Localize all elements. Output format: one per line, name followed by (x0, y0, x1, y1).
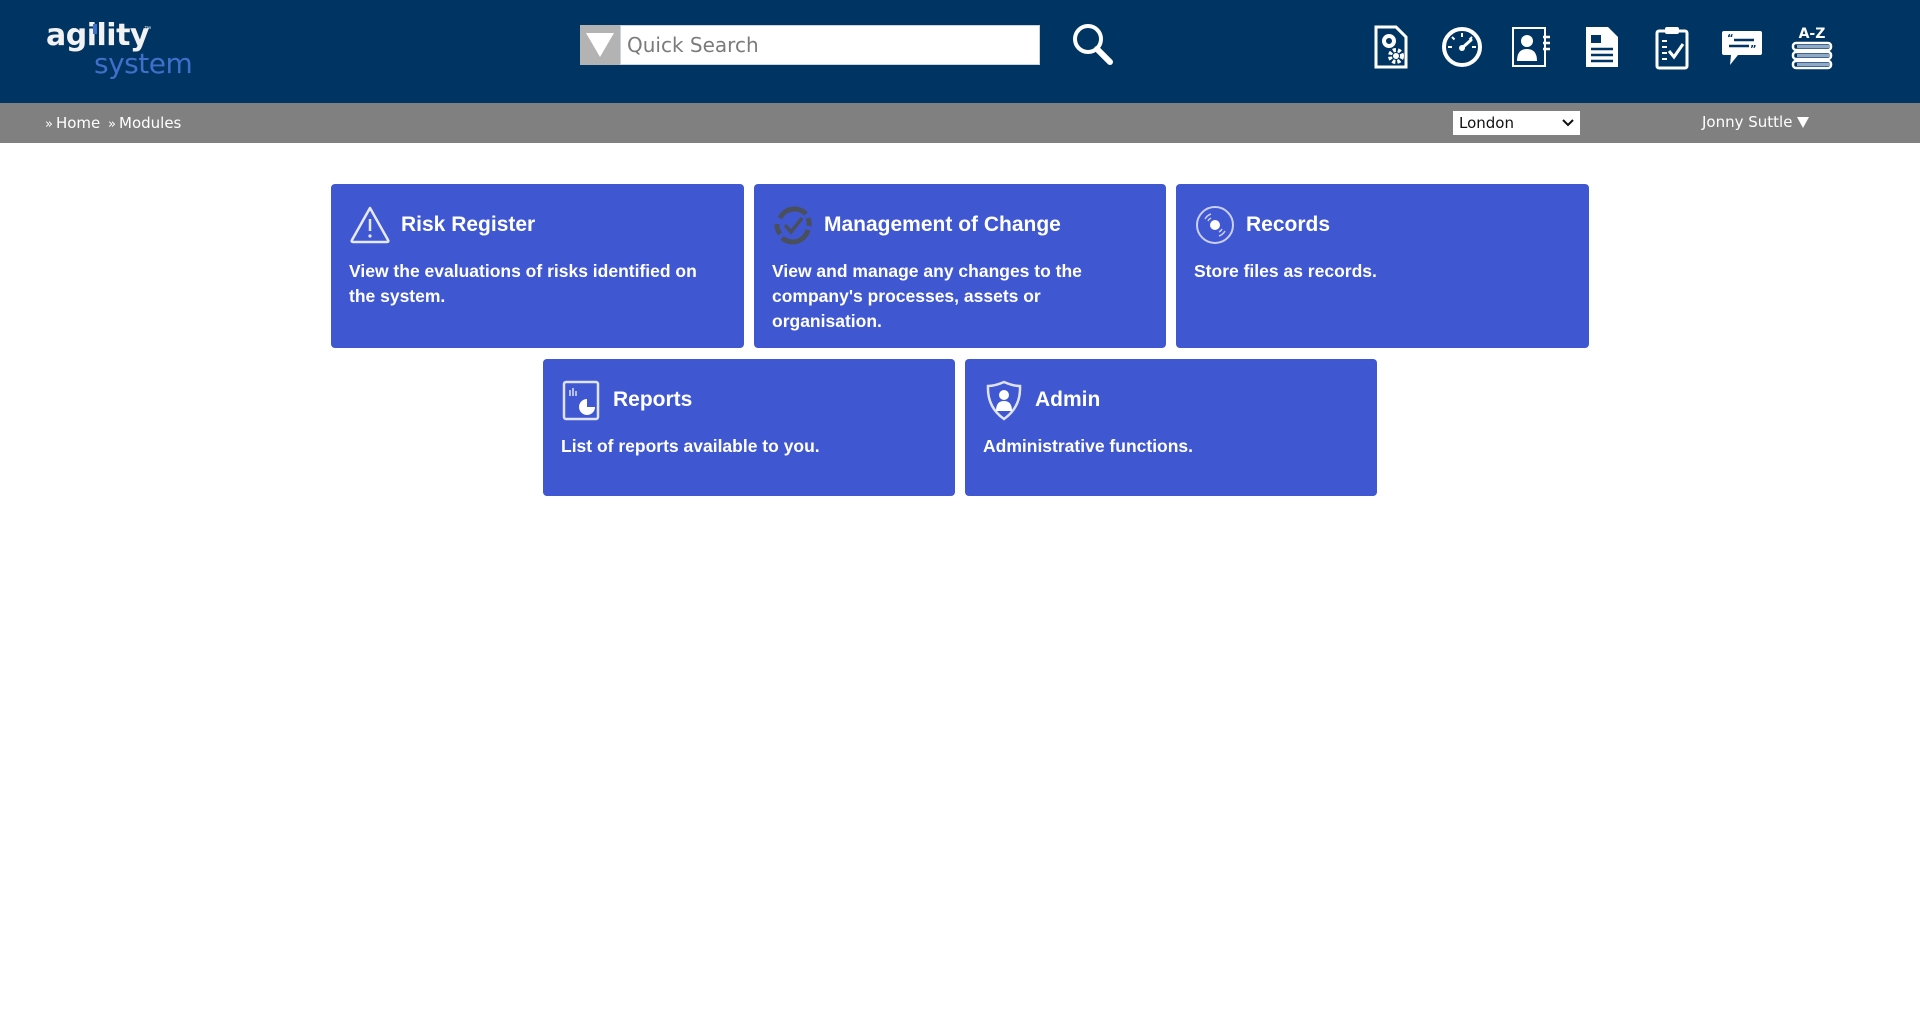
warning-triangle-icon (350, 206, 390, 244)
checklist-button[interactable] (1650, 22, 1694, 72)
module-title: Management of Change (824, 213, 1061, 236)
magnifier-icon (1073, 24, 1113, 65)
logo-accent-bar (93, 24, 97, 34)
module-card-admin[interactable]: Admin Administrative functions. (965, 359, 1377, 496)
search-button[interactable] (1070, 22, 1118, 66)
clipboard-check-icon (1655, 27, 1689, 70)
breadcrumb: » Home » Modules (42, 114, 181, 132)
contacts-button[interactable] (1510, 22, 1554, 72)
breadcrumb-bar: » Home » Modules London Jonny Suttle (0, 103, 1920, 143)
module-description: Store files as records. (1194, 261, 1377, 281)
module-card-records[interactable]: Records Store files as records. (1176, 184, 1589, 348)
module-card-management-of-change[interactable]: Management of Change View and manage any… (754, 184, 1166, 348)
disc-icon (1196, 206, 1234, 244)
module-title: Risk Register (401, 213, 536, 236)
document-icon (1586, 27, 1618, 67)
report-chart-icon (562, 380, 600, 421)
user-menu[interactable]: Jonny Suttle (1702, 113, 1810, 131)
toolbar-icons: “ ” A-Z (1370, 22, 1834, 72)
agility-system-logo[interactable]: agility ™ system (46, 18, 196, 84)
module-card-reports[interactable]: Reports List of reports available to you… (543, 359, 955, 496)
search-options-toggle[interactable] (580, 25, 620, 65)
chevron-down-icon (1562, 119, 1574, 127)
caret-down-icon (1797, 116, 1810, 128)
speech-bubble-icon: “ ” (1722, 31, 1762, 65)
module-title: Admin (1035, 388, 1101, 411)
module-description: View the evaluations of risks identified… (349, 261, 697, 306)
user-name: Jonny Suttle (1702, 113, 1793, 131)
quick-search (580, 25, 1040, 65)
module-description: View and manage any changes to the compa… (772, 261, 1082, 331)
quick-search-input[interactable] (620, 25, 1040, 65)
svg-text:“: “ (1727, 33, 1734, 44)
logo-trademark: ™ (144, 26, 151, 33)
shield-user-icon (986, 380, 1022, 421)
speedometer-icon (1442, 27, 1482, 67)
address-book-icon (1512, 27, 1550, 67)
cycle-check-icon (774, 206, 812, 245)
documents-button[interactable] (1580, 22, 1624, 72)
breadcrumb-separator: » (108, 117, 117, 132)
a-z-index-button[interactable]: A-Z (1790, 22, 1834, 72)
books-az-icon: A-Z (1791, 26, 1833, 70)
dashboard-button[interactable] (1440, 22, 1484, 72)
module-card-risk-register[interactable]: Risk Register View the evaluations of ri… (331, 184, 744, 348)
module-title: Records (1246, 213, 1331, 236)
top-header: agility ™ system Quick Search “ ” A-Z (0, 0, 1920, 103)
module-title: Reports (613, 388, 693, 411)
breadcrumb-modules[interactable]: Modules (119, 114, 181, 132)
feedback-button[interactable]: “ ” (1720, 22, 1764, 72)
a-z-label: A-Z (1799, 26, 1826, 42)
document-settings-button[interactable] (1370, 22, 1414, 72)
logo-secondary-text: system (94, 47, 193, 80)
site-select-value: London (1459, 114, 1514, 132)
document-gears-icon (1374, 25, 1408, 69)
module-description: List of reports available to you. (561, 436, 820, 456)
breadcrumb-separator: » (45, 117, 53, 132)
site-select[interactable]: London (1453, 111, 1580, 135)
breadcrumb-home[interactable]: Home (56, 114, 100, 132)
module-description: Administrative functions. (983, 436, 1194, 456)
triangle-down-icon (586, 33, 614, 57)
svg-text:”: ” (1750, 44, 1757, 55)
